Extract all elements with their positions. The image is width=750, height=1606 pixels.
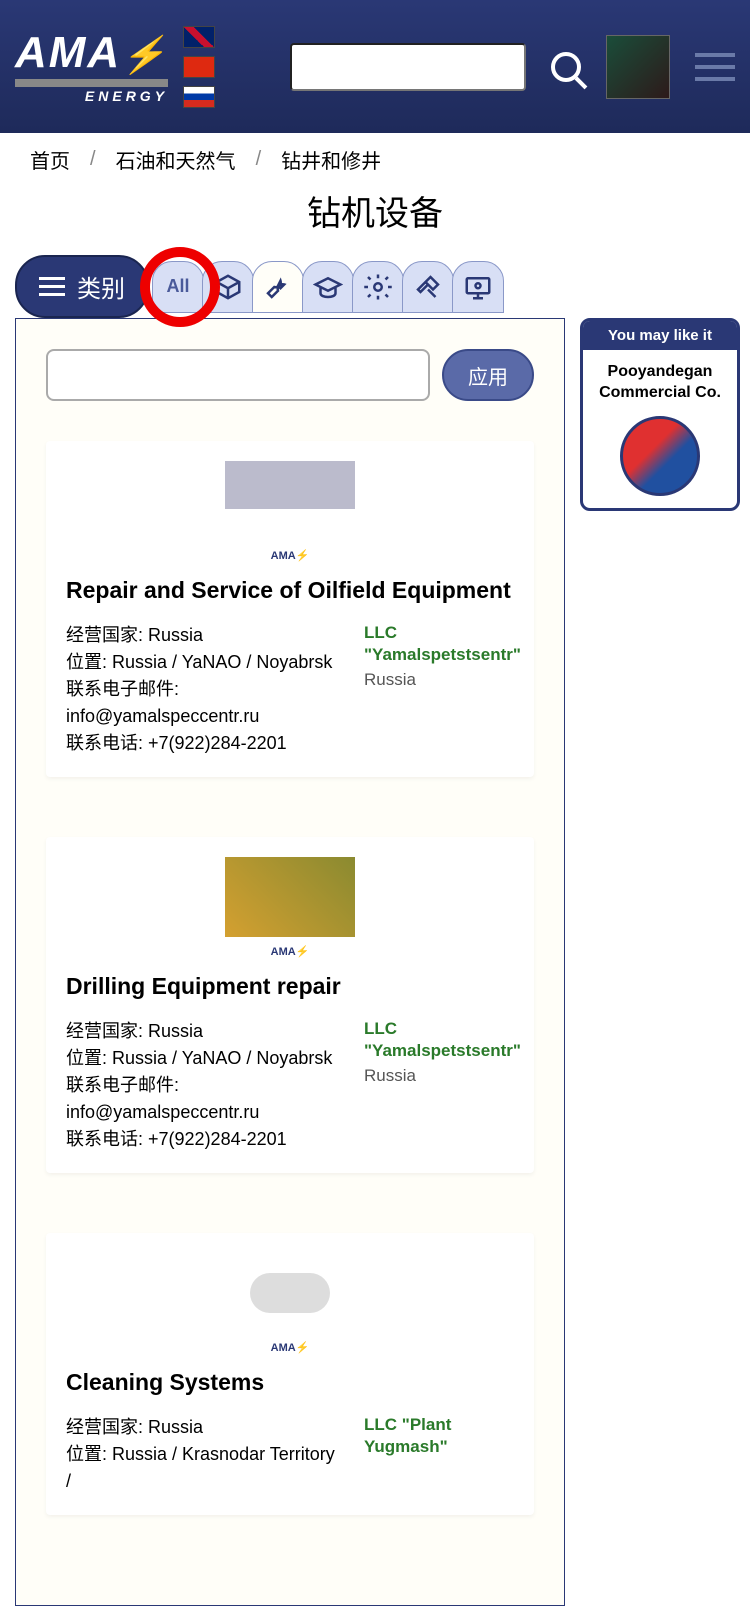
logo[interactable]: AMA⚡ ENERGY xyxy=(15,31,168,103)
apply-button[interactable]: 应用 xyxy=(442,349,534,401)
card-company[interactable]: LLC "Yamalspetstsentr" Russia xyxy=(364,622,514,757)
tab-gear[interactable] xyxy=(352,261,404,313)
card-title: Cleaning Systems xyxy=(66,1369,514,1396)
breadcrumb-subcategory[interactable]: 钻井和修井 xyxy=(281,145,381,174)
page-title: 钻机设备 xyxy=(0,186,750,255)
tab-wrench[interactable] xyxy=(252,261,304,313)
breadcrumb-category[interactable]: 石油和天然气 xyxy=(116,145,236,174)
breadcrumb-home[interactable]: 首页 xyxy=(30,145,70,174)
watermark-icon: AMA⚡ xyxy=(66,1341,514,1354)
flag-cn-icon[interactable] xyxy=(183,56,215,78)
search-input[interactable] xyxy=(290,43,526,91)
listing-card[interactable]: AMA⚡ Repair and Service of Oilfield Equi… xyxy=(46,441,534,777)
card-title: Repair and Service of Oilfield Equipment xyxy=(66,577,514,604)
card-image xyxy=(225,1253,355,1333)
tabs: All xyxy=(154,261,504,313)
card-details: 经营国家: Russia位置: Russia / YaNAO / Noyabrs… xyxy=(66,1018,344,1153)
card-image xyxy=(225,461,355,541)
category-button[interactable]: 类别 xyxy=(15,255,149,318)
filter-row: 应用 xyxy=(46,349,534,401)
card-title: Drilling Equipment repair xyxy=(66,973,514,1000)
sidebar-title: You may like it xyxy=(583,321,737,350)
tab-graduate[interactable] xyxy=(302,261,354,313)
card-image xyxy=(225,857,355,937)
breadcrumb: 首页 / 石油和天然气 / 钻井和修井 xyxy=(0,133,750,186)
language-flags xyxy=(183,26,215,108)
watermark-icon: AMA⚡ xyxy=(66,945,514,958)
card-details: 经营国家: Russia位置: Russia / YaNAO / Noyabrs… xyxy=(66,622,344,757)
flag-ru-icon[interactable] xyxy=(183,86,215,108)
card-company[interactable]: LLC "Yamalspetstsentr" Russia xyxy=(364,1018,514,1153)
card-details: 经营国家: Russia位置: Russia / Krasnodar Terri… xyxy=(66,1414,344,1495)
avatar[interactable] xyxy=(606,35,670,99)
menu-button[interactable] xyxy=(695,53,735,81)
listing-card[interactable]: AMA⚡ Cleaning Systems 经营国家: Russia位置: Ru… xyxy=(46,1233,534,1515)
sidebar-recommend: You may like it Pooyandegan Commercial C… xyxy=(580,318,740,511)
tab-gavel[interactable] xyxy=(402,261,454,313)
flag-uk-icon[interactable] xyxy=(183,26,215,48)
sidebar-logo-icon[interactable] xyxy=(620,416,700,496)
watermark-icon: AMA⚡ xyxy=(66,549,514,562)
card-company[interactable]: LLC "Plant Yugmash" xyxy=(364,1414,514,1495)
header: AMA⚡ ENERGY xyxy=(0,0,750,133)
burger-icon xyxy=(39,277,65,296)
sidebar-company[interactable]: Pooyandegan Commercial Co. xyxy=(595,362,725,404)
tab-all[interactable]: All xyxy=(152,261,204,313)
tab-computer[interactable] xyxy=(452,261,504,313)
search-icon[interactable] xyxy=(551,52,581,82)
category-bar: 类别 All xyxy=(0,255,750,318)
filter-input[interactable] xyxy=(46,349,430,401)
content: 应用 AMA⚡ Repair and Service of Oilfield E… xyxy=(15,318,565,1606)
tab-box[interactable] xyxy=(202,261,254,313)
listing-card[interactable]: AMA⚡ Drilling Equipment repair 经营国家: Rus… xyxy=(46,837,534,1173)
